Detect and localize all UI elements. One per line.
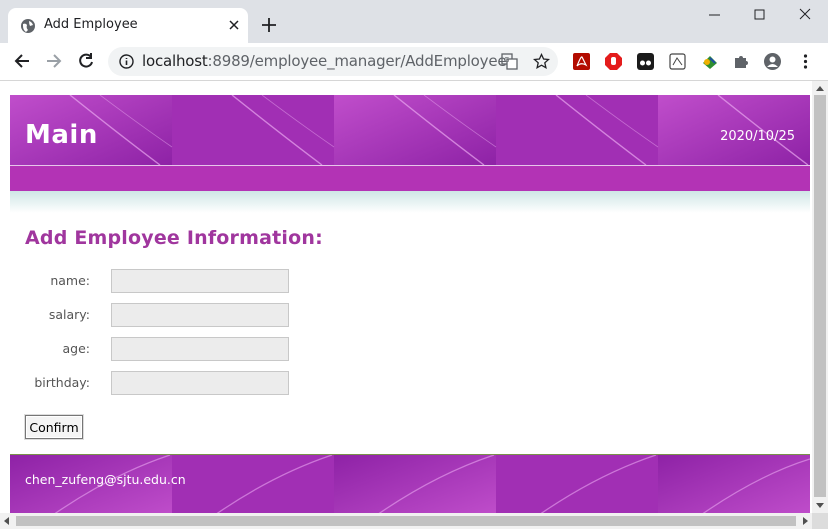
scroll-left-arrow-icon[interactable] <box>4 517 9 525</box>
banner-pattern <box>10 95 810 165</box>
svg-text:G: G <box>504 56 509 64</box>
minimize-icon[interactable] <box>703 6 727 26</box>
salary-input[interactable] <box>111 303 289 327</box>
scroll-right-arrow-icon[interactable] <box>803 517 808 525</box>
birthday-label: birthday: <box>34 375 90 390</box>
globe-icon <box>21 19 35 33</box>
browser-tab[interactable]: Add Employee <box>8 8 248 43</box>
form-row-salary: salary: <box>10 303 310 327</box>
form-row-age: age: <box>10 337 310 361</box>
header-banner: Main 2020/10/25 <box>10 95 810 165</box>
nav-shadow <box>10 191 810 213</box>
page-viewport: Main 2020/10/25 Add Employee Information… <box>0 81 812 513</box>
forward-icon[interactable] <box>44 51 64 71</box>
star-icon[interactable] <box>533 53 550 70</box>
scroll-down-arrow-icon[interactable] <box>816 503 824 508</box>
name-input[interactable] <box>111 269 289 293</box>
tab-title: Add Employee <box>44 17 138 32</box>
url-path: :8989/employee_manager/AddEmployee <box>207 52 507 70</box>
current-date: 2020/10/25 <box>720 129 795 144</box>
url-host: localhost <box>142 52 208 70</box>
translate-icon[interactable]: G <box>501 53 518 70</box>
horizontal-scrollbar[interactable] <box>0 513 812 529</box>
new-tab-icon[interactable] <box>260 16 278 34</box>
page-heading: Add Employee Information: <box>25 227 323 249</box>
pdf-extension-icon[interactable] <box>573 53 590 70</box>
site-container: Main 2020/10/25 Add Employee Information… <box>10 95 810 513</box>
horizontal-scroll-thumb[interactable] <box>16 516 796 526</box>
extension-icon[interactable] <box>669 53 686 70</box>
vertical-scrollbar[interactable] <box>812 81 828 513</box>
age-input[interactable] <box>111 337 289 361</box>
birthday-input[interactable] <box>111 371 289 395</box>
reload-icon[interactable] <box>76 51 96 71</box>
vertical-scroll-thumb[interactable] <box>814 95 826 497</box>
footer-email: chen_zufeng@sjtu.edu.cn <box>25 472 186 487</box>
name-label: name: <box>50 273 90 288</box>
browser-toolbar: localhost:8989/employee_manager/AddEmplo… <box>0 43 828 80</box>
adblock-extension-icon[interactable] <box>605 53 622 70</box>
close-icon[interactable] <box>226 17 242 33</box>
info-icon[interactable] <box>119 54 134 69</box>
site-title: Main <box>25 120 98 150</box>
form-row-birthday: birthday: <box>10 371 310 395</box>
tab-strip: Add Employee <box>0 0 828 43</box>
address-bar[interactable]: localhost:8989/employee_manager/AddEmplo… <box>108 47 558 76</box>
url-text[interactable]: localhost:8989/employee_manager/AddEmplo… <box>142 52 507 70</box>
scroll-up-arrow-icon[interactable] <box>816 86 824 91</box>
window-close-icon[interactable] <box>793 6 817 26</box>
puzzle-icon[interactable] <box>733 53 750 70</box>
age-label: age: <box>62 341 91 356</box>
profile-icon[interactable] <box>764 53 781 70</box>
nav-bar <box>10 166 810 191</box>
footer-banner: chen_zufeng@sjtu.edu.cn <box>10 455 810 513</box>
salary-label: salary: <box>48 307 90 322</box>
confirm-button[interactable]: Confirm <box>25 415 83 439</box>
back-icon[interactable] <box>12 51 32 71</box>
extension-icon[interactable] <box>637 53 654 70</box>
scrollbar-corner <box>812 513 828 529</box>
form-row-name: name: <box>10 269 310 293</box>
menu-icon[interactable] <box>797 53 814 70</box>
extension-icon[interactable] <box>701 53 718 70</box>
maximize-icon[interactable] <box>748 6 772 26</box>
